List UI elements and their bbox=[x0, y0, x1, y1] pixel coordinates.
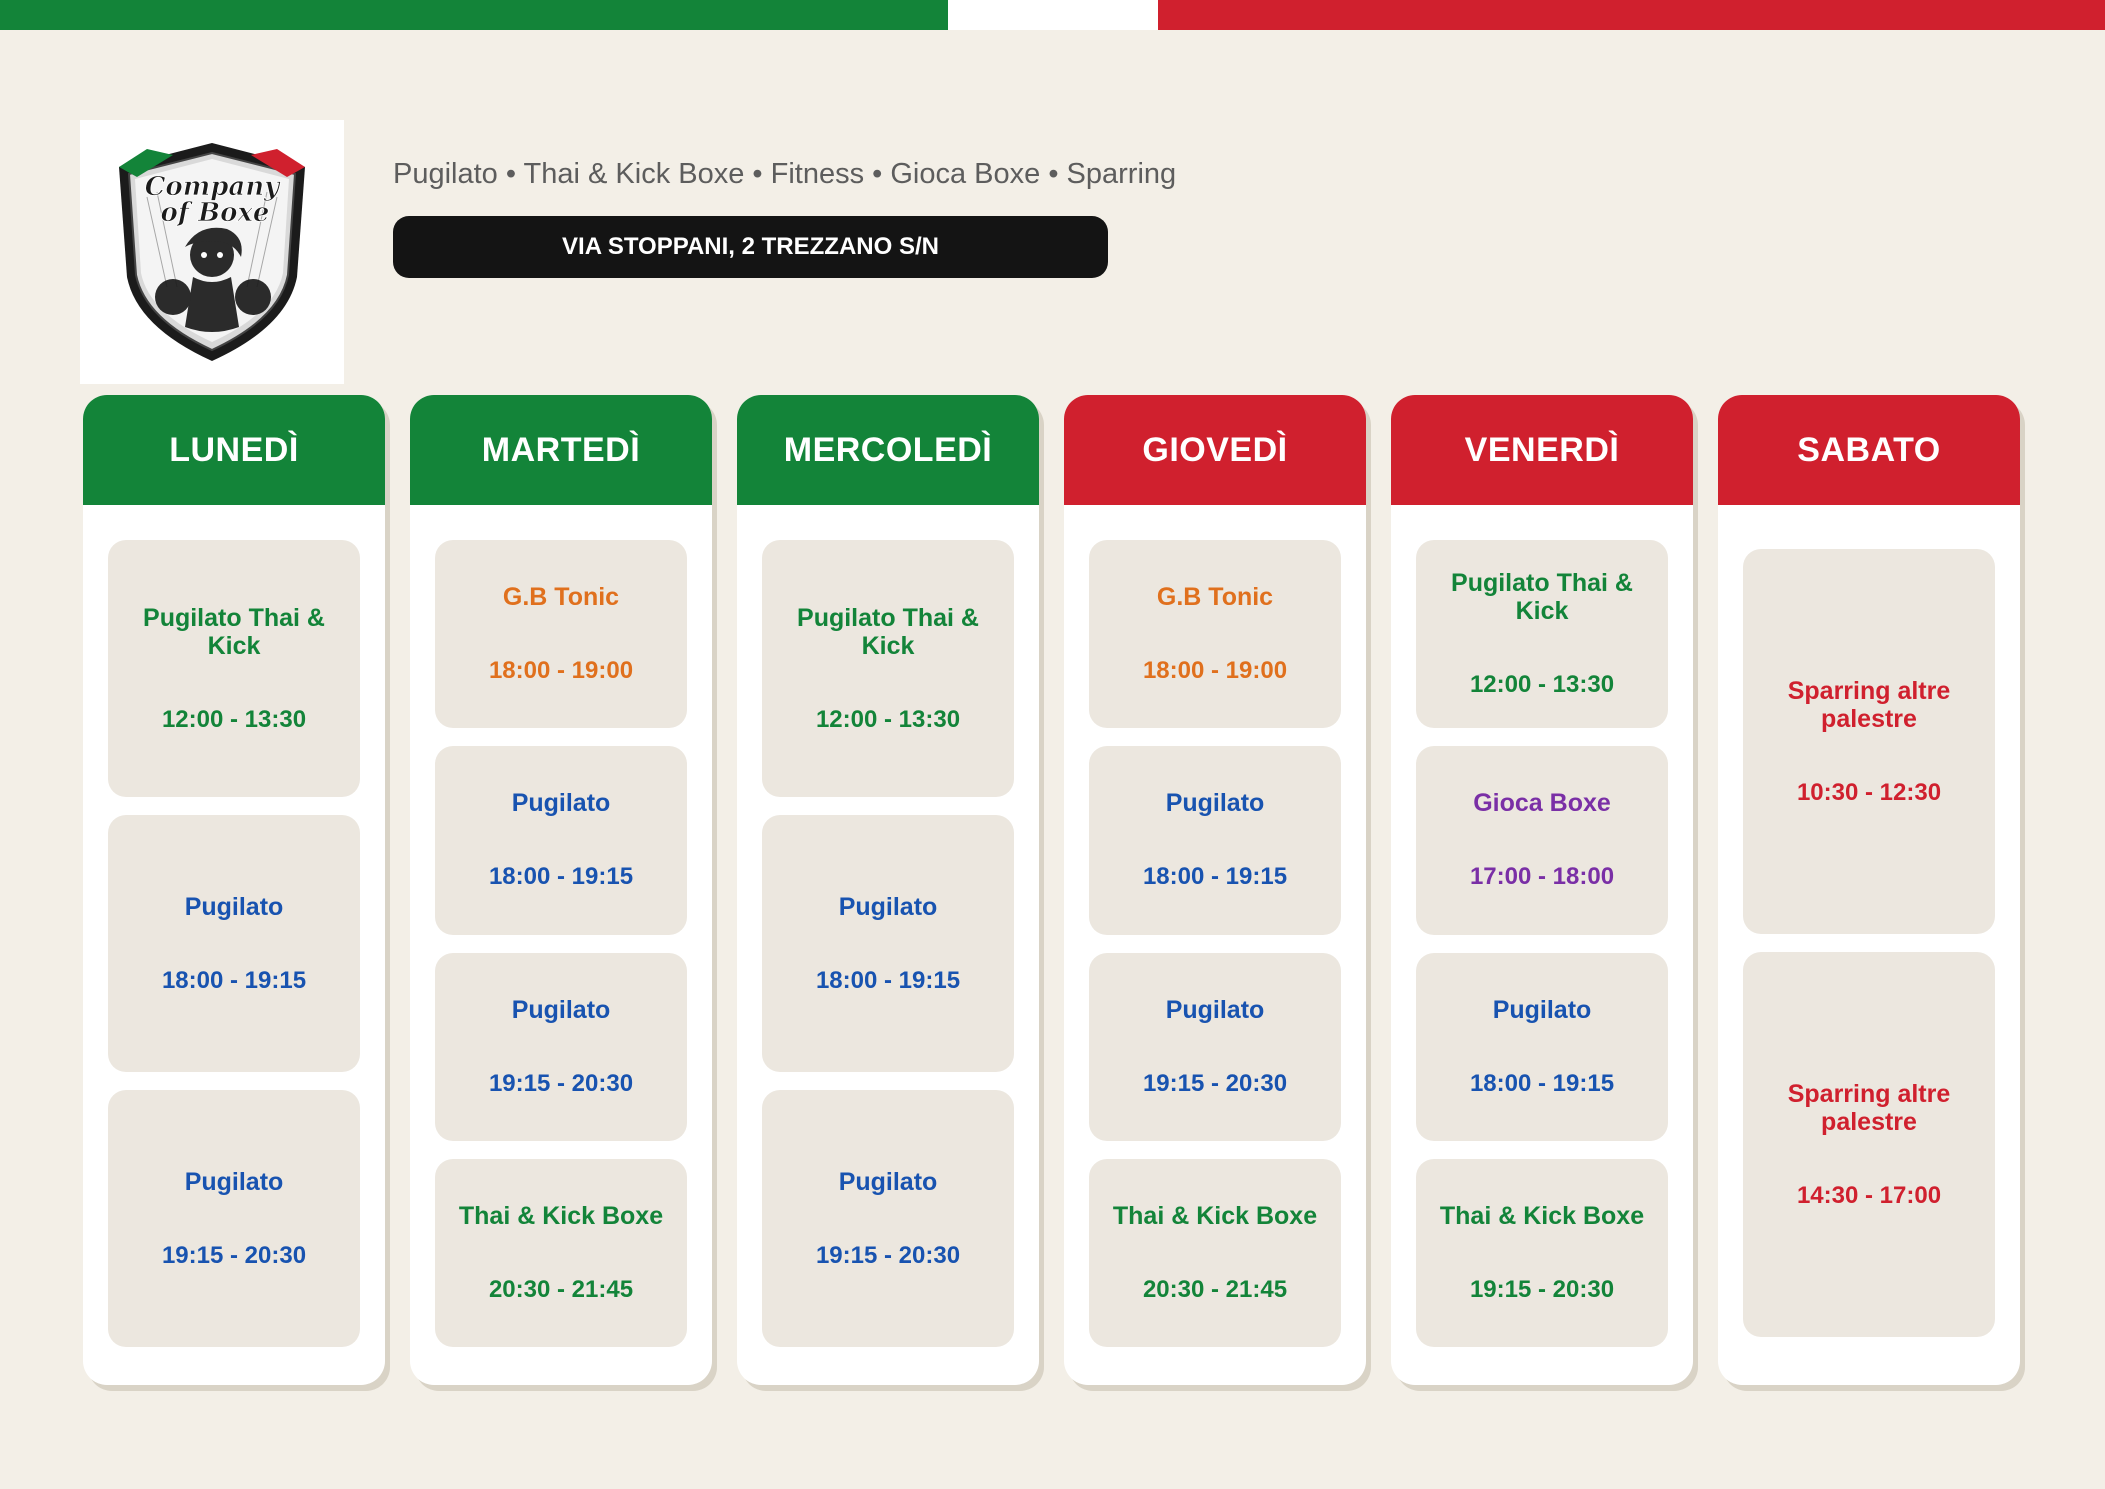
day-column-venerdi: VENERDÌ Pugilato Thai & Kick 12:00 - 13:… bbox=[1391, 395, 1693, 1385]
class-slot: Pugilato 18:00 - 19:15 bbox=[762, 815, 1014, 1072]
class-time: 18:00 - 19:15 bbox=[1469, 1069, 1615, 1097]
class-slot: Pugilato 18:00 - 19:15 bbox=[435, 746, 687, 935]
class-title: Gioca Boxe bbox=[1473, 789, 1611, 818]
day-column-giovedi: GIOVEDÌ G.B Tonic 18:00 - 19:00 Pugilato… bbox=[1064, 395, 1366, 1385]
class-time: 18:00 - 19:15 bbox=[161, 966, 307, 994]
day-header: MARTEDÌ bbox=[410, 395, 712, 505]
day-header: LUNEDÌ bbox=[83, 395, 385, 505]
day-header: GIOVEDÌ bbox=[1064, 395, 1366, 505]
class-title: Thai & Kick Boxe bbox=[458, 1201, 664, 1230]
class-title: G.B Tonic bbox=[1156, 583, 1274, 612]
class-title: Pugilato bbox=[511, 995, 611, 1024]
disciplines-tagline: Pugilato • Thai & Kick Boxe • Fitness • … bbox=[393, 158, 1177, 190]
class-title: Sparring altre palestre bbox=[1787, 1079, 1951, 1136]
class-time: 18:00 - 19:00 bbox=[488, 657, 634, 685]
class-slot: Pugilato 18:00 - 19:15 bbox=[108, 815, 360, 1072]
class-title: Pugilato bbox=[1165, 789, 1265, 818]
class-slot: Sparring altre palestre 14:30 - 17:00 bbox=[1743, 952, 1995, 1337]
class-time: 12:00 - 13:30 bbox=[161, 705, 307, 733]
class-time: 18:00 - 19:15 bbox=[488, 863, 634, 891]
class-slot: Gioca Boxe 17:00 - 18:00 bbox=[1416, 746, 1668, 935]
class-slot: Thai & Kick Boxe 19:15 - 20:30 bbox=[1416, 1158, 1668, 1347]
class-time: 19:15 - 20:30 bbox=[815, 1241, 961, 1269]
class-time: 17:00 - 18:00 bbox=[1469, 863, 1615, 891]
class-title: Pugilato bbox=[1492, 995, 1592, 1024]
class-slot: G.B Tonic 18:00 - 19:00 bbox=[1089, 540, 1341, 729]
class-time: 19:15 - 20:30 bbox=[488, 1069, 634, 1097]
logo-text-line2: of Boxe bbox=[161, 198, 270, 228]
address-banner: VIA STOPPANI, 2 TREZZANO S/N bbox=[393, 216, 1108, 278]
class-slot: Sparring altre palestre 10:30 - 12:30 bbox=[1743, 549, 1995, 934]
class-title: Thai & Kick Boxe bbox=[1439, 1201, 1645, 1230]
day-slots: Sparring altre palestre 10:30 - 12:30 Sp… bbox=[1718, 505, 2020, 1385]
class-title: Pugilato Thai & Kick bbox=[797, 603, 979, 660]
class-title: Pugilato bbox=[838, 1167, 938, 1196]
class-time: 18:00 - 19:00 bbox=[1142, 657, 1288, 685]
flag-red-stripe bbox=[1158, 0, 2105, 30]
class-title: Pugilato bbox=[184, 892, 284, 921]
day-slots: G.B Tonic 18:00 - 19:00 Pugilato 18:00 -… bbox=[1064, 505, 1366, 1385]
class-time: 18:00 - 19:15 bbox=[815, 966, 961, 994]
class-time: 19:15 - 20:30 bbox=[161, 1241, 307, 1269]
weekly-schedule: LUNEDÌ Pugilato Thai & Kick 12:00 - 13:3… bbox=[83, 395, 2023, 1385]
class-time: 12:00 - 13:30 bbox=[815, 705, 961, 733]
class-title: Thai & Kick Boxe bbox=[1112, 1201, 1318, 1230]
day-header: SABATO bbox=[1718, 395, 2020, 505]
class-time: 12:00 - 13:30 bbox=[1469, 671, 1615, 699]
class-slot: Thai & Kick Boxe 20:30 - 21:45 bbox=[435, 1158, 687, 1347]
day-column-martedi: MARTEDÌ G.B Tonic 18:00 - 19:00 Pugilato… bbox=[410, 395, 712, 1385]
day-column-sabato: SABATO Sparring altre palestre 10:30 - 1… bbox=[1718, 395, 2020, 1385]
class-title: Pugilato bbox=[184, 1167, 284, 1196]
logo: Company of Boxe bbox=[80, 120, 344, 384]
class-slot: Pugilato 19:15 - 20:30 bbox=[108, 1090, 360, 1347]
class-slot: G.B Tonic 18:00 - 19:00 bbox=[435, 540, 687, 729]
day-slots: Pugilato Thai & Kick 12:00 - 13:30 Pugil… bbox=[83, 505, 385, 1385]
day-column-lunedi: LUNEDÌ Pugilato Thai & Kick 12:00 - 13:3… bbox=[83, 395, 385, 1385]
day-slots: Pugilato Thai & Kick 12:00 - 13:30 Gioca… bbox=[1391, 505, 1693, 1385]
class-title: Pugilato bbox=[1165, 995, 1265, 1024]
class-slot: Pugilato Thai & Kick 12:00 - 13:30 bbox=[762, 540, 1014, 797]
class-slot: Pugilato 19:15 - 20:30 bbox=[762, 1090, 1014, 1347]
flag-green-stripe bbox=[0, 0, 948, 30]
class-title: Pugilato bbox=[511, 789, 611, 818]
flag-white-stripe bbox=[948, 0, 1158, 30]
class-title: Pugilato bbox=[838, 892, 938, 921]
class-title: G.B Tonic bbox=[502, 583, 620, 612]
class-title: Sparring altre palestre bbox=[1787, 676, 1951, 733]
class-time: 14:30 - 17:00 bbox=[1796, 1181, 1942, 1209]
class-time: 18:00 - 19:15 bbox=[1142, 863, 1288, 891]
class-title: Pugilato Thai & Kick bbox=[1451, 569, 1633, 626]
day-slots: G.B Tonic 18:00 - 19:00 Pugilato 18:00 -… bbox=[410, 505, 712, 1385]
class-time: 10:30 - 12:30 bbox=[1796, 778, 1942, 806]
class-time: 20:30 - 21:45 bbox=[1142, 1275, 1288, 1303]
class-slot: Pugilato Thai & Kick 12:00 - 13:30 bbox=[108, 540, 360, 797]
day-header: VENERDÌ bbox=[1391, 395, 1693, 505]
class-slot: Pugilato 18:00 - 19:15 bbox=[1416, 952, 1668, 1141]
class-time: 20:30 - 21:45 bbox=[488, 1275, 634, 1303]
class-slot: Pugilato 19:15 - 20:30 bbox=[1089, 952, 1341, 1141]
italian-flag-bar bbox=[0, 0, 2105, 30]
class-title: Pugilato Thai & Kick bbox=[143, 603, 325, 660]
class-slot: Thai & Kick Boxe 20:30 - 21:45 bbox=[1089, 1158, 1341, 1347]
day-header: MERCOLEDÌ bbox=[737, 395, 1039, 505]
class-time: 19:15 - 20:30 bbox=[1142, 1069, 1288, 1097]
class-slot: Pugilato Thai & Kick 12:00 - 13:30 bbox=[1416, 540, 1668, 729]
day-slots: Pugilato Thai & Kick 12:00 - 13:30 Pugil… bbox=[737, 505, 1039, 1385]
day-column-mercoledi: MERCOLEDÌ Pugilato Thai & Kick 12:00 - 1… bbox=[737, 395, 1039, 1385]
class-slot: Pugilato 18:00 - 19:15 bbox=[1089, 746, 1341, 935]
class-slot: Pugilato 19:15 - 20:30 bbox=[435, 952, 687, 1141]
boxing-shield-logo-icon: Company of Boxe bbox=[119, 143, 305, 361]
class-time: 19:15 - 20:30 bbox=[1469, 1275, 1615, 1303]
